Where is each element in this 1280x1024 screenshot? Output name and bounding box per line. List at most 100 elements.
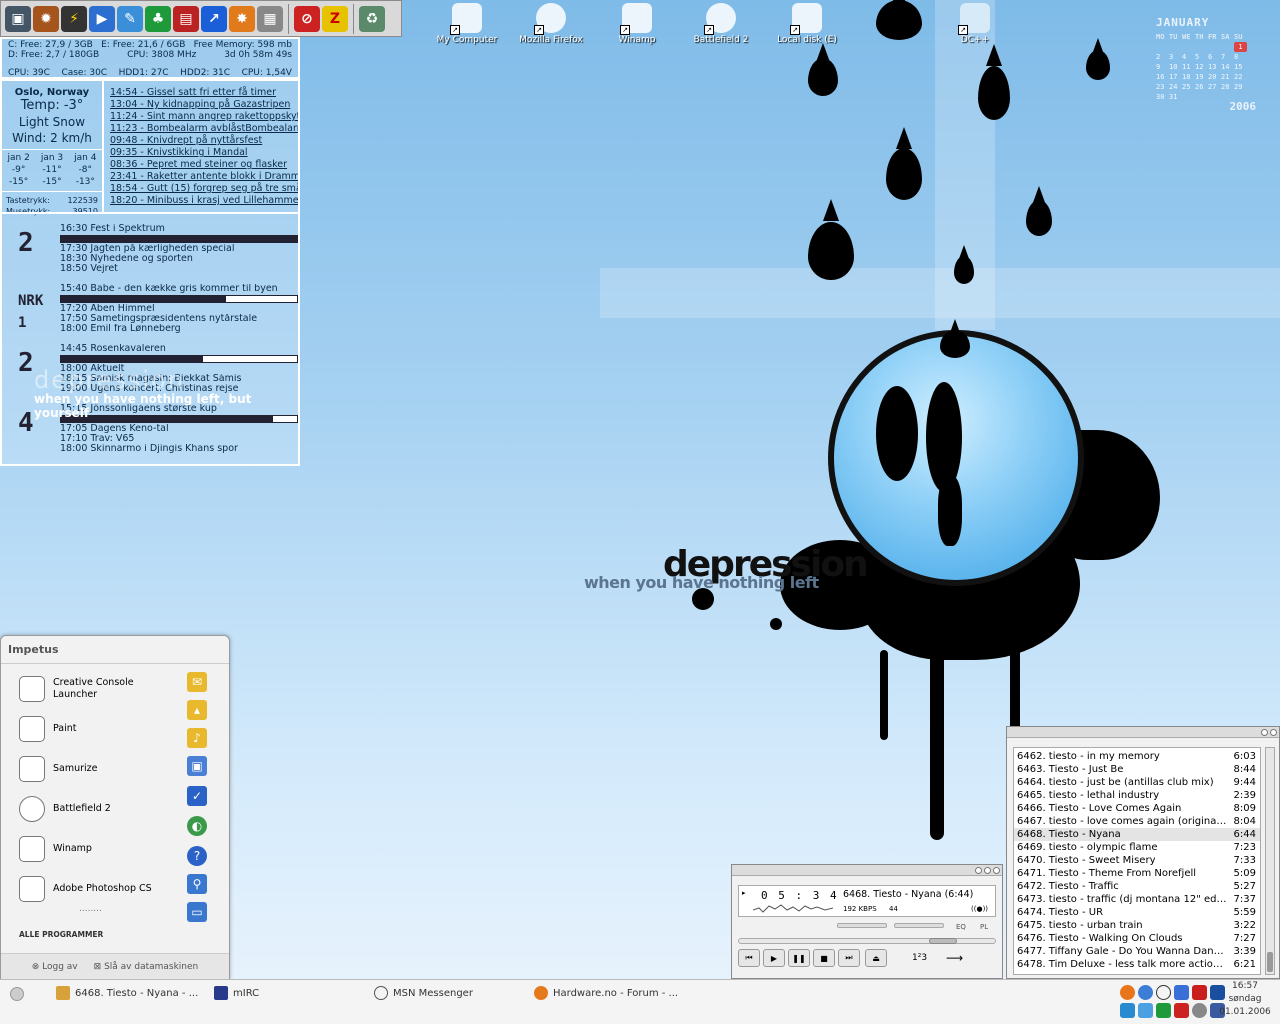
playlist-row[interactable]: 6476. Tiesto - Walking On Clouds 7:27 [1014,932,1260,945]
messenger-tray-icon[interactable] [1120,1003,1135,1018]
speaker-tray-icon[interactable] [1192,1003,1207,1018]
help-icon[interactable]: ? [187,846,207,866]
shuffle-button[interactable]: 1²3 [912,953,927,963]
shade-icon[interactable] [984,866,991,874]
playlist-row[interactable]: 6462. tiesto - in my memory 6:03 [1014,750,1260,763]
news-item[interactable]: 18:54 - Gutt (15) forgrep seg på tre små… [110,183,298,195]
playlist-row[interactable]: 6474. Tiesto - UR 5:59 [1014,906,1260,919]
books-icon[interactable]: ▤ [173,5,199,32]
folder-icon[interactable]: ▦ [257,5,283,32]
minimize-icon[interactable] [975,866,982,874]
scrollbar-thumb[interactable] [1267,952,1273,972]
antivirus-tray-icon[interactable] [1174,1003,1189,1018]
media-player-icon[interactable]: ▶ [89,5,115,32]
news-item[interactable]: 11:23 - Bombealarm avblåstBombealarmen v… [110,123,298,135]
run-icon[interactable]: ▭ [187,902,207,922]
program-battlefield[interactable]: Battlefield 2 [19,796,111,822]
next-button[interactable]: ⏭ [838,949,860,967]
visualizer[interactable] [753,900,833,916]
program-creative-console[interactable]: Creative Console Launcher [19,676,143,702]
firefox-tray-icon[interactable] [1120,985,1135,1000]
playlist-row[interactable]: 6465. tiesto - lethal industry 2:39 [1014,789,1260,802]
desktop-icon-winamp[interactable]: ↗ Winamp [592,3,682,45]
news-item[interactable]: 23:41 - Raketter antente blokk i Drammen [110,171,298,183]
winamp-titlebar[interactable] [732,865,1002,876]
task-firefox[interactable]: Hardware.no - Forum - ... [534,984,678,1002]
start-button[interactable] [10,987,24,1001]
task-msn[interactable]: MSN Messenger [374,984,473,1002]
control-panel-icon[interactable]: ✓ [187,786,207,806]
firefox-icon[interactable]: ✹ [33,5,59,32]
antivirus-icon[interactable]: ⊘ [294,5,320,32]
sync-tray-icon[interactable] [1138,1003,1153,1018]
desktop-icon-battlefield[interactable]: ↗ Battlefield 2 [676,3,766,45]
clock[interactable]: 16:57 søndag 01.01.2006 [1218,980,1272,1019]
shade-icon[interactable] [1261,728,1268,736]
network-icon[interactable]: ◐ [187,816,207,836]
search-icon[interactable]: ⚲ [187,874,207,894]
eq-toggle[interactable]: EQ [956,923,966,931]
msn-tray-icon[interactable] [1156,985,1171,1000]
news-item[interactable]: 18:20 - Minibuss i krasj ved Lillehammer [110,195,298,207]
seek-knob[interactable] [929,938,957,944]
ati-tray-icon[interactable] [1192,985,1207,1000]
program-photoshop[interactable]: Adobe Photoshop CS [19,876,152,902]
playlist-titlebar[interactable] [1007,727,1279,738]
play-button[interactable]: ▶ [763,949,785,967]
playlist-row[interactable]: 6472. Tiesto - Traffic 5:27 [1014,880,1260,893]
balance-slider[interactable] [894,923,944,928]
pen-icon[interactable]: ✎ [117,5,143,32]
task-winamp[interactable]: 6468. Tiesto - Nyana - ... [56,984,198,1002]
program-winamp[interactable]: Winamp [19,836,92,862]
playlist-row[interactable]: 6466. Tiesto - Love Comes Again 8:09 [1014,802,1260,815]
playlist-scrollbar[interactable] [1265,747,1275,975]
playlist-row[interactable]: 6473. tiesto - traffic (dj montana 12" e… [1014,893,1260,906]
close-icon[interactable] [993,866,1000,874]
desktop-icon-firefox[interactable]: ↗ Mozilla Firefox [506,3,596,45]
burst-icon[interactable]: ✸ [229,5,255,32]
playlist-row[interactable]: 6470. Tiesto - Sweet Misery 7:33 [1014,854,1260,867]
playlist-row[interactable]: 6469. tiesto - olympic flame 7:23 [1014,841,1260,854]
network-tray-icon[interactable] [1138,985,1153,1000]
program-samurize[interactable]: Samurize [19,756,98,782]
playlist-row[interactable]: 6471. Tiesto - Theme From Norefjell 5:09 [1014,867,1260,880]
desktop-icon-dcpp[interactable]: ↗ DC++ [930,3,1020,45]
recycle-icon[interactable]: ♻ [359,5,385,32]
news-item[interactable]: 08:36 - Pepret med steiner og flasker [110,159,298,171]
playlist-row[interactable]: 6475. tiesto - urban train 3:22 [1014,919,1260,932]
playlist-row[interactable]: 6478. Tim Deluxe - less talk more action… [1014,958,1260,971]
zonealarm-icon[interactable]: Z [322,5,348,32]
close-icon[interactable] [1270,728,1277,736]
news-item[interactable]: 11:24 - Sint mann angrep rakettoppskyter [110,111,298,123]
playlist-row[interactable]: 6463. Tiesto - Just Be 8:44 [1014,763,1260,776]
news-item[interactable]: 14:54 - Gissel satt fri etter få timer [110,87,298,99]
playlist-row[interactable]: 6468. Tiesto - Nyana 6:44 [1014,828,1260,841]
volume-slider[interactable] [837,923,887,928]
pictures-icon[interactable]: ▴ [187,700,207,720]
documents-icon[interactable]: ✉ [187,672,207,692]
pause-button[interactable]: ❚❚ [788,949,810,967]
logoff-button[interactable]: ⊗ Logg av [32,962,78,972]
console-icon[interactable]: ▣ [5,5,31,32]
playlist-row[interactable]: 6467. tiesto - love comes again (origina… [1014,815,1260,828]
previous-button[interactable]: ⏮ [738,949,760,967]
desktop-icon-my-computer[interactable]: ↗ My Computer [422,3,512,45]
program-paint[interactable]: Paint [19,716,77,742]
repeat-button[interactable]: ⟶ [946,951,963,965]
news-item[interactable]: 09:35 - Knivstikking i Mandal [110,147,298,159]
stop-button[interactable]: ■ [813,949,835,967]
shutdown-button[interactable]: ⊠ Slå av datamaskinen [94,962,199,972]
my-computer-icon[interactable]: ▣ [187,756,207,776]
all-programs-button[interactable]: ALLE PROGRAMMER [19,930,103,939]
flash-icon[interactable]: ↗ [201,5,227,32]
playlist-toggle[interactable]: PL [980,923,988,931]
news-item[interactable]: 09:48 - Knivdrept på nyttårsfest [110,135,298,147]
desktop-icon-local-disk[interactable]: ↗ Local disk (E) [762,3,852,45]
task-mirc[interactable]: mIRC [214,984,259,1002]
volume-tray-icon[interactable] [1174,985,1189,1000]
seek-bar[interactable] [738,938,996,944]
eject-button[interactable]: ⏏ [865,949,887,967]
monitor-tray-icon[interactable] [1156,1003,1171,1018]
music-icon[interactable]: ♪ [187,728,207,748]
playlist-row[interactable]: 6477. Tiffany Gale - Do You Wanna Dance.… [1014,945,1260,958]
